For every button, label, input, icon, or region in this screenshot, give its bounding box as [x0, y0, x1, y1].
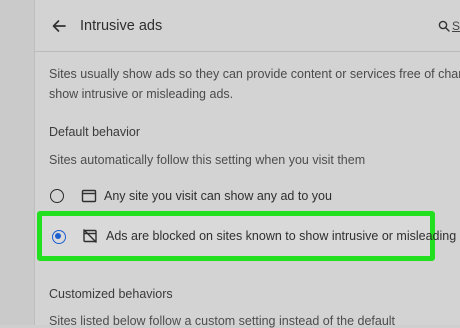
search-icon: [438, 20, 450, 32]
search-label: Se: [452, 18, 460, 33]
window-icon: [81, 188, 97, 204]
option-allow-all-ads[interactable]: Any site you visit can show any ad to yo…: [43, 181, 460, 211]
option-block-intrusive-ads-label: Ads are blocked on sites known to show i…: [106, 229, 460, 243]
customized-behaviors-subtitle: Sites listed below follow a custom setti…: [49, 314, 396, 328]
default-behavior-subtitle: Sites automatically follow this setting …: [49, 153, 366, 167]
left-sidebar-strip: [0, 0, 35, 325]
option-block-intrusive-ads[interactable]: Ads are blocked on sites known to show i…: [37, 211, 460, 261]
arrow-back-icon: [52, 20, 66, 32]
settings-panel: Intrusive ads Se Sites usually show ads …: [35, 0, 460, 328]
radio-allow-all-ads[interactable]: [50, 189, 64, 203]
radio-block-intrusive-ads[interactable]: [52, 230, 66, 244]
page-description: Sites usually show ads so they can provi…: [49, 64, 460, 104]
customized-behaviors-heading: Customized behaviors: [49, 287, 173, 301]
page-header: Intrusive ads Se: [35, 0, 460, 52]
description-line-1: Sites usually show ads so they can provi…: [49, 67, 460, 81]
ads-blocked-icon: [82, 228, 98, 244]
default-behavior-heading: Default behavior: [49, 125, 141, 139]
description-line-2: show intrusive or misleading ads.: [49, 87, 234, 101]
option-allow-all-ads-label: Any site you visit can show any ad to yo…: [104, 189, 332, 203]
search-button[interactable]: Se: [438, 17, 460, 37]
back-button[interactable]: [49, 16, 69, 36]
page-title: Intrusive ads: [80, 18, 163, 34]
